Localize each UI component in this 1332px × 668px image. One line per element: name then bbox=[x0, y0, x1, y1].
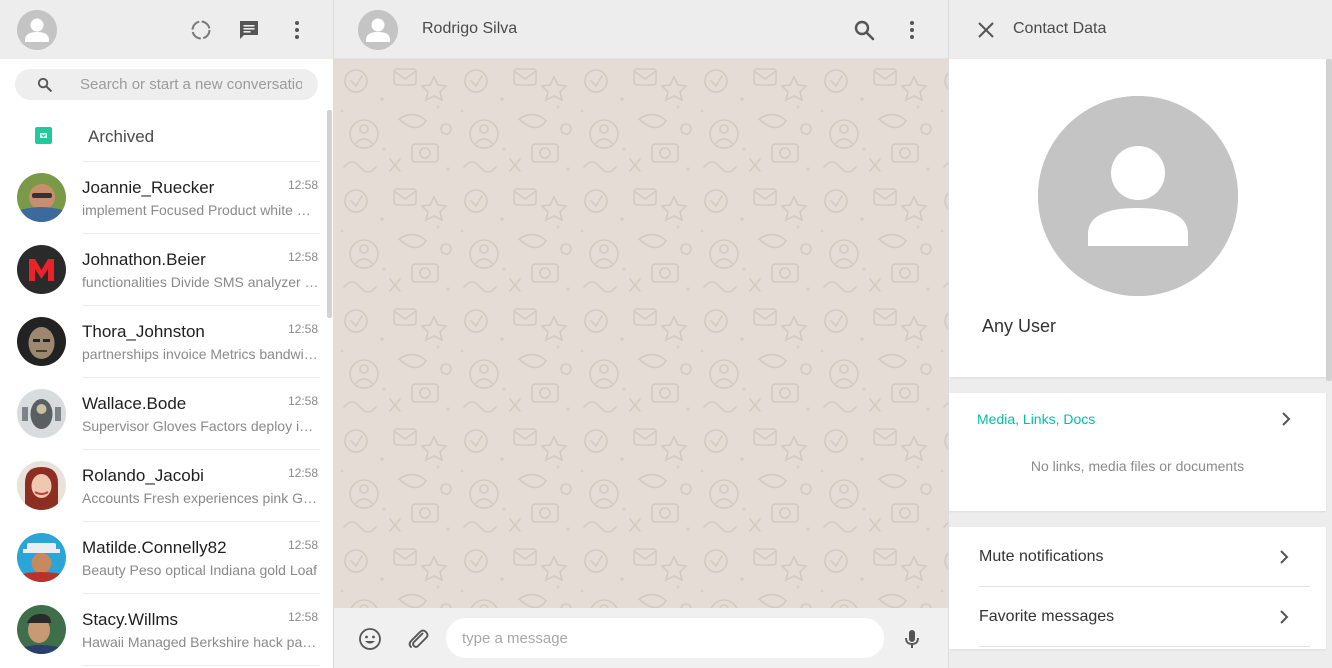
chat-time: 12:58 bbox=[287, 466, 318, 480]
chevron-right-icon bbox=[1272, 605, 1296, 629]
contact-panel: Contact Data Any User Media, Links, Docs… bbox=[948, 0, 1332, 668]
contact-name: Rodrigo Silva bbox=[422, 20, 518, 37]
search-bar bbox=[15, 69, 318, 100]
contact-panel-header: Contact Data bbox=[949, 0, 1332, 59]
chat-time: 12:58 bbox=[287, 394, 318, 408]
chat-preview: Supervisor Gloves Factors deploy invoice bbox=[82, 418, 319, 434]
chat-preview: functionalities Divide SMS analyzer Wood… bbox=[82, 274, 319, 290]
avatar bbox=[17, 317, 66, 366]
search-icon bbox=[37, 77, 52, 92]
chat-sidebar: Archived Joannie_Ruecker 12:58 implement… bbox=[0, 0, 334, 668]
avatar bbox=[17, 605, 66, 654]
options-card: Mute notifications Favorite messages bbox=[949, 527, 1326, 649]
chat-name: Thora_Johnston bbox=[82, 322, 205, 341]
chat-list-item[interactable]: Rolando_Jacobi 12:58 Accounts Fresh expe… bbox=[0, 450, 320, 522]
archive-box-icon bbox=[35, 127, 52, 144]
chat-list-item[interactable]: Stacy.Willms 12:58 Hawaii Managed Berksh… bbox=[0, 594, 320, 666]
person-avatar-icon bbox=[1038, 96, 1238, 296]
chat-name: Joannie_Ruecker bbox=[82, 178, 215, 197]
media-links-docs-link[interactable]: Media, Links, Docs bbox=[977, 411, 1095, 427]
chat-time: 12:58 bbox=[287, 322, 318, 336]
message-input[interactable] bbox=[446, 618, 884, 658]
chat-preview: Accounts Fresh experiences pink Granite bbox=[82, 490, 319, 506]
media-card[interactable]: Media, Links, Docs No links, media files… bbox=[949, 393, 1326, 511]
avatar bbox=[17, 461, 66, 510]
avatar bbox=[17, 173, 66, 222]
search-icon[interactable] bbox=[852, 18, 876, 42]
option-label: Favorite messages bbox=[979, 608, 1115, 625]
chat-preview: implement Focused Product white Kansas bbox=[82, 202, 319, 218]
contact-username: Any User bbox=[982, 316, 1057, 336]
chat-list-item[interactable]: Joannie_Ruecker 12:58 implement Focused … bbox=[0, 162, 320, 234]
chat-time: 12:58 bbox=[287, 610, 318, 624]
mute-notifications-row[interactable]: Mute notifications bbox=[949, 527, 1326, 587]
divider bbox=[82, 665, 320, 666]
person-avatar-icon bbox=[358, 10, 398, 50]
archived-row[interactable]: Archived bbox=[0, 110, 320, 162]
divider bbox=[979, 646, 1310, 647]
chat-preview: partnerships invoice Metrics bandwidth bbox=[82, 346, 319, 362]
chat-name: Stacy.Willms bbox=[82, 610, 179, 629]
chat-time: 12:58 bbox=[287, 538, 318, 552]
sidebar-scrollbar[interactable] bbox=[327, 110, 332, 318]
chat-list-item[interactable]: Wallace.Bode 12:58 Supervisor Gloves Fac… bbox=[0, 378, 320, 450]
chat-preview: Beauty Peso optical Indiana gold Loaf bbox=[82, 562, 318, 578]
chat-list: Joannie_Ruecker 12:58 implement Focused … bbox=[0, 162, 320, 666]
sidebar-header bbox=[0, 0, 333, 59]
favorite-messages-row[interactable]: Favorite messages bbox=[949, 587, 1326, 647]
chat-name: Rolando_Jacobi bbox=[82, 466, 204, 485]
media-empty-text: No links, media files or documents bbox=[1030, 458, 1245, 474]
archived-label: Archived bbox=[88, 127, 155, 146]
chat-pane: Rodrigo Silva bbox=[334, 0, 948, 668]
vertical-dots-icon[interactable] bbox=[285, 18, 309, 42]
chat-time: 12:58 bbox=[287, 178, 318, 192]
chat-bubble-icon[interactable] bbox=[237, 18, 261, 42]
profile-avatar[interactable] bbox=[1038, 96, 1238, 296]
message-composer bbox=[334, 608, 948, 668]
option-label: Mute notifications bbox=[979, 548, 1104, 565]
doodle-background bbox=[334, 59, 948, 608]
message-area[interactable] bbox=[334, 59, 948, 608]
chat-name: Matilde.Connelly82 bbox=[82, 538, 227, 557]
avatar bbox=[17, 389, 66, 438]
search-input[interactable] bbox=[80, 74, 302, 95]
avatar bbox=[17, 533, 66, 582]
chat-name: Johnathon.Beier bbox=[82, 250, 206, 269]
my-avatar[interactable] bbox=[17, 10, 57, 50]
person-avatar-icon bbox=[17, 10, 57, 50]
contact-avatar[interactable] bbox=[358, 10, 398, 50]
chat-header[interactable]: Rodrigo Silva bbox=[334, 0, 948, 59]
chat-list-item[interactable]: Johnathon.Beier 12:58 functionalities Di… bbox=[0, 234, 320, 306]
chat-list-item[interactable]: Matilde.Connelly82 12:58 Beauty Peso opt… bbox=[0, 522, 320, 594]
chat-time: 12:58 bbox=[287, 250, 318, 264]
profile-card: Any User bbox=[949, 59, 1326, 377]
vertical-dots-icon[interactable] bbox=[900, 18, 924, 42]
avatar bbox=[17, 245, 66, 294]
chat-list-item[interactable]: Thora_Johnston 12:58 partnerships invoic… bbox=[0, 306, 320, 378]
microphone-icon[interactable] bbox=[900, 627, 924, 651]
chat-preview: Hawaii Managed Berkshire hack payment bbox=[82, 634, 319, 650]
chevron-right-icon bbox=[1274, 407, 1298, 431]
paperclip-icon[interactable] bbox=[406, 627, 430, 651]
emoji-icon[interactable] bbox=[358, 627, 382, 651]
chevron-right-icon bbox=[1272, 545, 1296, 569]
status-circle-icon[interactable] bbox=[189, 18, 213, 42]
panel-title: Contact Data bbox=[1013, 20, 1107, 37]
chat-name: Wallace.Bode bbox=[82, 394, 187, 413]
panel-scrollbar[interactable] bbox=[1326, 59, 1332, 381]
close-icon[interactable] bbox=[974, 18, 998, 42]
